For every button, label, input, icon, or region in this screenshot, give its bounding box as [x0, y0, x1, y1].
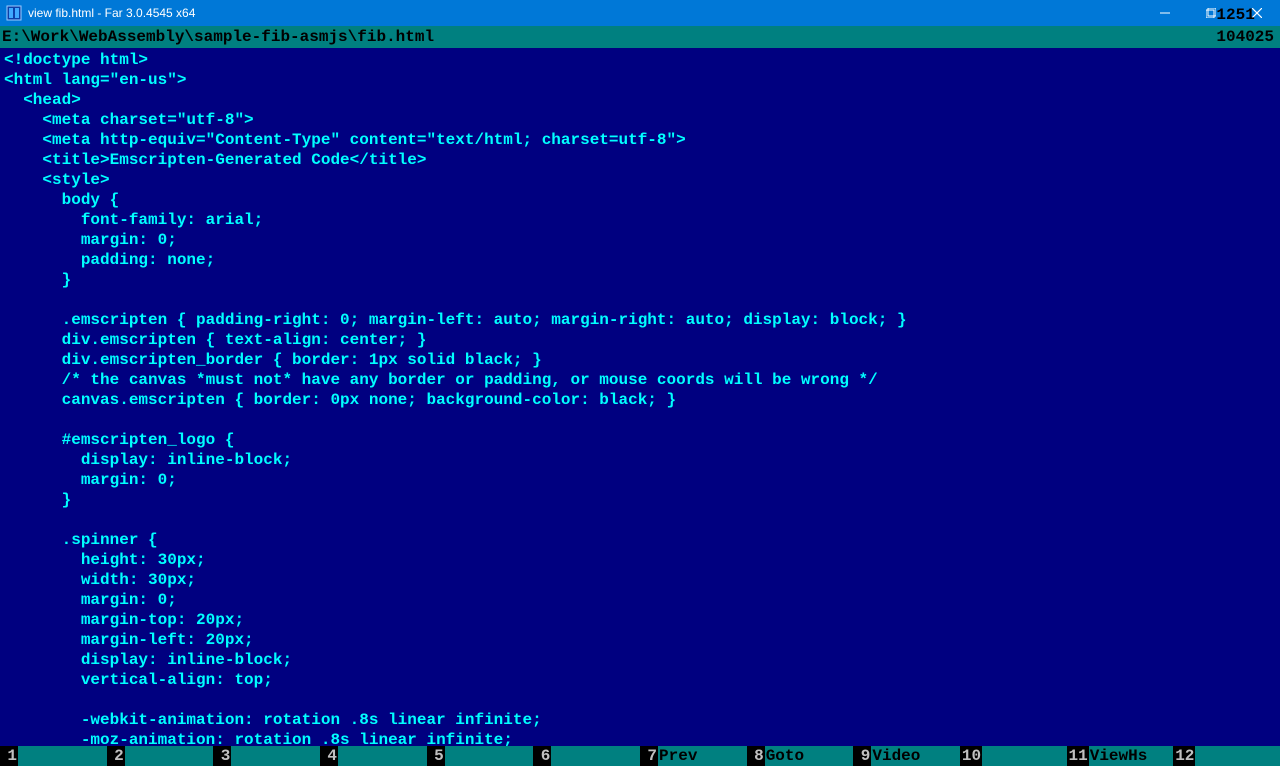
- fkey-11-viewhs[interactable]: 11ViewHs: [1067, 746, 1174, 766]
- fkey-6[interactable]: 6: [533, 746, 640, 766]
- fkey-1[interactable]: 1: [0, 746, 107, 766]
- app-icon: [6, 5, 22, 21]
- file-viewer[interactable]: <!doctype html> <html lang="en-us"> <hea…: [0, 48, 1280, 746]
- status-filepath: E:\Work\WebAssembly\sample-fib-asmjs\fib…: [2, 26, 1174, 48]
- fkey-4[interactable]: 4: [320, 746, 427, 766]
- file-content: <!doctype html> <html lang="en-us"> <hea…: [4, 50, 1276, 746]
- window-title: view fib.html - Far 3.0.4545 x64: [28, 6, 1142, 20]
- fkey-8-goto[interactable]: 8Goto: [747, 746, 854, 766]
- fkey-7-prev[interactable]: 7Prev: [640, 746, 747, 766]
- window-titlebar: view fib.html - Far 3.0.4545 x64: [0, 0, 1280, 26]
- status-position: 1251: [1212, 6, 1258, 24]
- fkey-9-video[interactable]: 9Video: [853, 746, 960, 766]
- fkey-3[interactable]: 3: [213, 746, 320, 766]
- status-encoding: t: [1212, 0, 1230, 2]
- viewer-status-bar: E:\Work\WebAssembly\sample-fib-asmjs\fib…: [0, 26, 1280, 48]
- fkey-12[interactable]: 12: [1173, 746, 1280, 766]
- status-size: 104025: [1212, 28, 1278, 46]
- fkey-5[interactable]: 5: [427, 746, 534, 766]
- function-key-bar: 1 2 3 4 5 6 7Prev 8Goto 9Video 10 11View…: [0, 746, 1280, 766]
- fkey-10[interactable]: 10: [960, 746, 1067, 766]
- fkey-2[interactable]: 2: [107, 746, 214, 766]
